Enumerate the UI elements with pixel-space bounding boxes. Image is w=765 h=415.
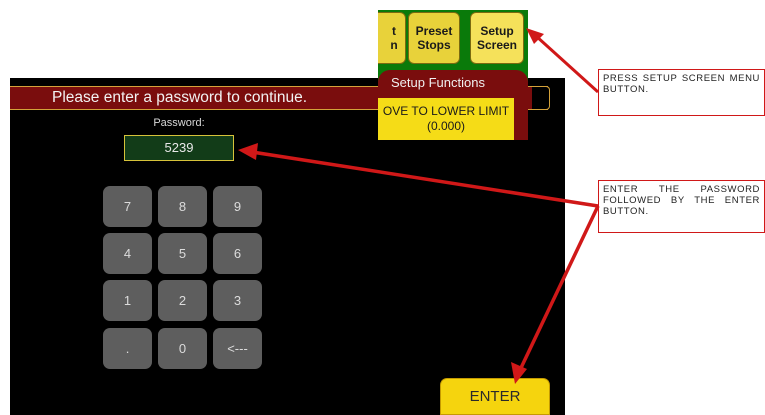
arrow-head-password bbox=[238, 143, 258, 160]
arrow-line-setup bbox=[534, 34, 600, 94]
arrow-head-enter bbox=[511, 362, 527, 384]
annotation-arrows bbox=[238, 28, 600, 384]
arrow-line-password bbox=[251, 150, 599, 208]
arrow-line-enter bbox=[518, 205, 600, 371]
